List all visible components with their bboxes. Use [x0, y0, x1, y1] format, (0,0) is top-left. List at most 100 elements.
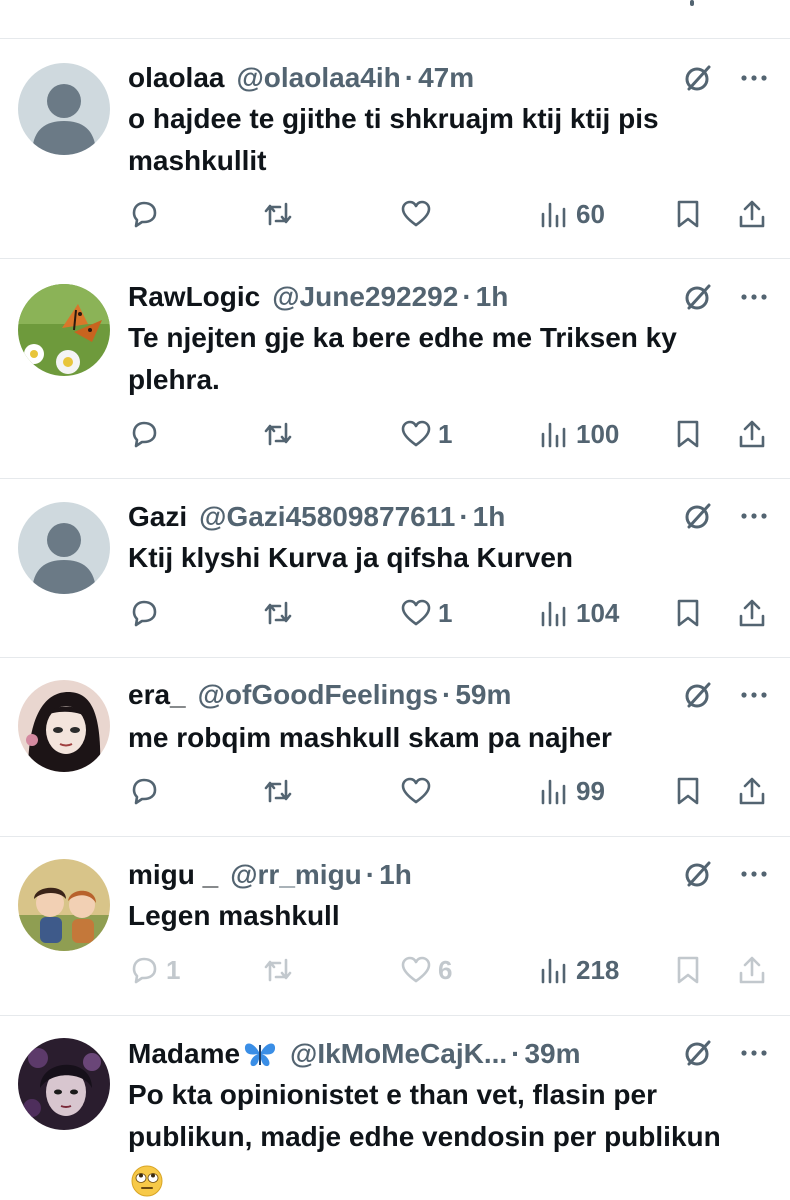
more-options-icon[interactable] [738, 858, 770, 890]
timestamp[interactable]: 1h [476, 280, 509, 314]
like-count: 1 [438, 418, 453, 449]
default-avatar-icon [18, 502, 110, 594]
timestamp[interactable]: 59m [455, 678, 511, 712]
display-name[interactable]: era_ [128, 678, 186, 712]
blue-butterfly-emoji-icon [244, 1043, 276, 1067]
share-icon [739, 599, 765, 627]
user-handle[interactable]: @Gazi45809877611 [199, 500, 455, 534]
avatar[interactable] [18, 859, 110, 951]
retweet-button[interactable] [262, 593, 300, 633]
reply-tweet[interactable]: Gazi @Gazi45809877611 · 1h Ktij klyshi K… [0, 479, 790, 658]
cartoon-girl-avatar [18, 680, 110, 772]
tweet-text: me robqim mashkull skam pa najher [128, 722, 612, 753]
reply-tweet[interactable]: RawLogic @June292292 · 1h Te njejten gje… [0, 259, 790, 479]
more-options-icon[interactable] [738, 679, 770, 711]
more-options-icon[interactable] [738, 500, 770, 532]
display-name[interactable]: Gazi [128, 500, 187, 534]
more-options-icon[interactable] [738, 1037, 770, 1069]
user-handle[interactable]: @ofGoodFeelings [198, 678, 438, 712]
avatar[interactable] [18, 1038, 110, 1130]
separator-dot: · [442, 679, 452, 710]
reply-icon [132, 421, 157, 448]
reply-button[interactable] [128, 194, 166, 234]
retweet-button[interactable] [262, 414, 300, 454]
reply-button[interactable] [128, 771, 166, 811]
bookmark-icon [677, 200, 699, 228]
more-options-icon[interactable] [738, 62, 770, 94]
grok-icon[interactable] [682, 500, 714, 532]
reply-icon [132, 957, 157, 984]
grok-icon[interactable] [682, 62, 714, 94]
reply-tweet[interactable]: Madame @IkMoMeCajK... · 39m Po kta opini… [0, 1016, 790, 1200]
avatar[interactable] [18, 63, 110, 155]
tweet-header: RawLogic @June292292 · 1h [128, 280, 750, 314]
timestamp[interactable]: 47m [418, 61, 474, 95]
display-name[interactable]: RawLogic [128, 280, 260, 314]
illustrated-children-avatar [18, 859, 110, 951]
avatar[interactable] [18, 284, 110, 376]
avatar[interactable] [18, 680, 110, 772]
tweet-header: migu _ @rr_migu · 1h [128, 858, 750, 892]
grok-icon[interactable] [682, 1037, 714, 1069]
share-button[interactable] [736, 950, 768, 990]
action-bar: 1 100 [128, 414, 772, 454]
like-button[interactable]: 1 [400, 593, 452, 633]
user-handle[interactable]: @olaolaa4ih [236, 61, 400, 95]
reply-count: 1 [166, 954, 181, 985]
reply-tweet[interactable]: era_ @ofGoodFeelings · 59m me robqim mas… [0, 658, 790, 837]
views-chart-icon [541, 779, 566, 805]
action-bar: 60 [128, 194, 772, 234]
share-button[interactable] [736, 414, 768, 454]
views-chart-icon [541, 422, 566, 448]
reply-tweet[interactable]: olaolaa @olaolaa4ih · 47m o hajdee te gj… [0, 39, 790, 259]
reply-tweet[interactable]: migu _ @rr_migu · 1h Legen mashkull 1 6 … [0, 837, 790, 1016]
timestamp[interactable]: 1h [473, 500, 506, 534]
bookmark-button[interactable] [672, 414, 704, 454]
previous-view-count-fragment [690, 0, 694, 6]
display-name[interactable]: migu _ [128, 858, 218, 892]
more-options-icon[interactable] [738, 281, 770, 313]
share-button[interactable] [736, 194, 768, 234]
avatar[interactable] [18, 502, 110, 594]
display-name[interactable]: olaolaa [128, 61, 224, 95]
bookmark-button[interactable] [672, 194, 704, 234]
like-button[interactable] [400, 771, 438, 811]
retweet-icon [264, 601, 292, 625]
views-button[interactable]: 100 [538, 414, 619, 454]
display-name[interactable]: Madame [128, 1037, 240, 1071]
bookmark-button[interactable] [672, 950, 704, 990]
share-button[interactable] [736, 593, 768, 633]
reply-icon [132, 778, 157, 805]
view-count: 60 [576, 198, 605, 229]
separator-dot: · [459, 501, 469, 532]
heart-icon [401, 956, 431, 983]
share-button[interactable] [736, 771, 768, 811]
timestamp[interactable]: 39m [524, 1037, 580, 1071]
grok-icon[interactable] [682, 858, 714, 890]
reply-button[interactable] [128, 414, 166, 454]
user-handle[interactable]: @June292292 [272, 280, 458, 314]
timestamp[interactable]: 1h [379, 858, 412, 892]
reply-button[interactable] [128, 593, 166, 633]
like-button[interactable]: 1 [400, 414, 452, 454]
user-handle[interactable]: @rr_migu [230, 858, 362, 892]
user-handle[interactable]: @IkMoMeCajK... [290, 1037, 507, 1071]
bookmark-button[interactable] [672, 593, 704, 633]
like-button[interactable]: 6 [400, 950, 452, 990]
like-button[interactable] [400, 194, 438, 234]
views-chart-icon [541, 958, 566, 984]
views-button[interactable]: 104 [538, 593, 619, 633]
grok-icon[interactable] [682, 281, 714, 313]
reply-button[interactable]: 1 [128, 950, 180, 990]
grok-icon[interactable] [682, 679, 714, 711]
eye-roll-emoji-icon [131, 1165, 163, 1197]
views-button[interactable]: 218 [538, 950, 619, 990]
views-button[interactable]: 60 [538, 194, 605, 234]
retweet-button[interactable] [262, 771, 300, 811]
retweet-button[interactable] [262, 194, 300, 234]
retweet-button[interactable] [262, 950, 300, 990]
bookmark-icon [677, 420, 699, 448]
views-button[interactable]: 99 [538, 771, 605, 811]
tweet-text: o hajdee te gjithe ti shkruajm ktij ktij… [128, 103, 659, 176]
bookmark-button[interactable] [672, 771, 704, 811]
